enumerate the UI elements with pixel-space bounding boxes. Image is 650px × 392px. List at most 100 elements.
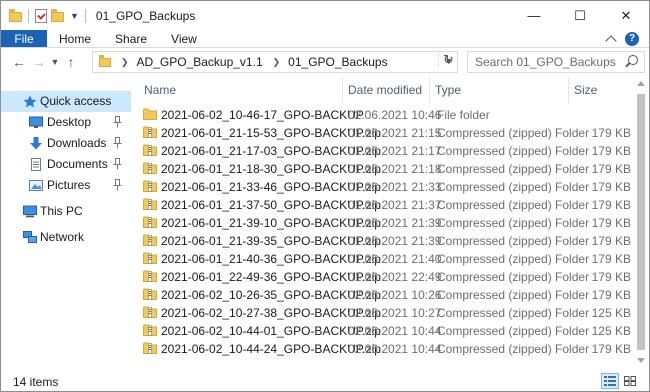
new-folder-icon[interactable] [51,8,64,22]
customize-dropdown-icon[interactable]: ▼ [70,11,79,21]
breadcrumb-gpo-backups[interactable]: 01_GPO_Backups [288,55,387,69]
table-row[interactable]: 2021-06-02_10-26-35_GPO-BACKUP.zip 02.06.… [137,285,633,303]
file-date-modified: 01.06.2021 21:17 [348,144,442,158]
zip-folder-icon [143,288,157,300]
scroll-up-icon[interactable] [637,81,645,86]
file-size: 179 KB [591,270,631,284]
file-date-modified: 01.06.2021 21:39 [348,216,442,230]
address-bar[interactable]: ❯ AD_GPO_Backup_v1.1 ❯ 01_GPO_Backups ▼ [92,51,458,73]
table-row[interactable]: 2021-06-01_21-40-36_GPO-BACKUP.zip 01.06.… [137,249,633,267]
file-type: File folder [437,108,490,122]
zip-folder-icon [143,342,157,354]
tab-share[interactable]: Share [103,30,159,47]
column-divider[interactable] [568,78,569,104]
help-icon[interactable]: ? [625,31,639,46]
folder-icon [9,8,22,22]
sidebar-item-network[interactable]: Network [1,227,131,248]
maximize-button[interactable]: ☐ [557,1,603,30]
search-input[interactable] [475,55,623,69]
pin-icon[interactable] [113,158,122,170]
pin-icon[interactable] [113,137,122,149]
pin-icon[interactable] [113,179,122,191]
table-row[interactable]: 2021-06-02_10-44-01_GPO-BACKUP.zip 02.06.… [137,321,633,339]
zip-folder-icon [143,180,157,192]
title-bar: ▼ 01_GPO_Backups — ☐ ✕ [1,1,649,30]
view-toggle [601,373,639,389]
column-header-name[interactable]: Name [144,83,176,97]
table-row[interactable]: 2021-06-01_21-17-03_GPO-BACKUP.zip 01.06.… [137,141,633,159]
sidebar-item-label: Network [40,230,85,244]
sidebar-item-label: Quick access [40,94,112,108]
minimize-button[interactable]: — [511,1,557,30]
large-icons-view-button[interactable] [621,373,639,389]
recent-locations-icon[interactable]: ▼ [49,51,61,73]
table-row[interactable]: 2021-06-01_21-18-30_GPO-BACKUP.zip 01.06.… [137,159,633,177]
file-size: 179 KB [591,198,631,212]
file-size: 179 KB [591,180,631,194]
tab-view[interactable]: View [159,30,209,47]
column-header-type[interactable]: Type [435,83,461,97]
file-size: 179 KB [591,234,631,248]
refresh-button[interactable]: ↻ [438,52,458,68]
window-controls: — ☐ ✕ [511,1,649,30]
divider [28,8,29,23]
file-size: 125 KB [591,306,631,320]
zip-folder-icon [143,144,157,156]
zip-folder-icon [143,306,157,318]
zip-folder-icon [143,162,157,174]
table-row[interactable]: 2021-06-02_10-27-38_GPO-BACKUP.zip 02.06.… [137,303,633,321]
file-size: 179 KB [591,252,631,266]
column-header-size[interactable]: Size [574,83,597,97]
tab-home[interactable]: Home [47,30,103,47]
item-count: 14 items [13,375,59,389]
breadcrumb-ad-gpo-backup[interactable]: AD_GPO_Backup_v1.1 [137,55,263,69]
table-row[interactable]: 2021-06-01_21-39-10_GPO-BACKUP.zip 01.06.… [137,213,633,231]
table-row[interactable]: 2021-06-02_10-44-24_GPO-BACKUP.zip 02.06.… [137,339,633,357]
pin-icon[interactable] [113,116,122,128]
network-icon [23,231,37,243]
sidebar-item-label: Documents [47,157,108,171]
table-row[interactable]: 2021-06-01_21-39-35_GPO-BACKUP.zip 01.06.… [137,231,633,249]
search-box[interactable] [467,51,645,73]
properties-icon[interactable] [35,8,47,23]
sidebar-item-downloads[interactable]: Downloads [1,133,131,154]
close-button[interactable]: ✕ [603,1,649,30]
table-row[interactable]: 2021-06-01_21-37-50_GPO-BACKUP.zip 01.06.… [137,195,633,213]
large-icons-view-icon [624,376,636,386]
table-row[interactable]: 2021-06-01_22-49-36_GPO-BACKUP.zip 01.06.… [137,267,633,285]
table-row[interactable]: 2021-06-01_21-15-53_GPO-BACKUP.zip 01.06.… [137,123,633,141]
ribbon-tabs: File Home Share View ? [1,30,649,48]
documents-icon [31,158,41,171]
chevron-right-icon[interactable]: ❯ [121,57,129,68]
back-button[interactable]: ← [9,51,29,73]
sidebar-item-desktop[interactable]: Desktop [1,112,131,133]
sidebar-item-pictures[interactable]: Pictures [1,175,131,196]
forward-button[interactable]: → [29,51,49,73]
table-row[interactable]: 2021-06-02_10-46-17_GPO-BACKUP 02.06.2021… [137,105,633,123]
chevron-right-icon[interactable]: ❯ [273,57,281,68]
downloads-icon [30,137,42,150]
file-date-modified: 01.06.2021 21:40 [348,252,442,266]
sidebar-item-documents[interactable]: Documents [1,154,131,175]
column-header-date[interactable]: Date modified [348,83,422,97]
scroll-thumb[interactable] [637,94,645,350]
file-date-modified: 01.06.2021 21:33 [348,180,442,194]
scroll-down-icon[interactable] [637,358,645,363]
table-row[interactable]: 2021-06-01_21-33-46_GPO-BACKUP.zip 01.06.… [137,177,633,195]
details-view-button[interactable] [601,373,619,389]
column-divider[interactable] [342,78,343,104]
desktop-icon [29,116,43,128]
expand-ribbon-icon[interactable] [605,34,617,47]
zip-folder-icon [143,234,157,246]
file-date-modified: 01.06.2021 22:49 [348,270,442,284]
sidebar-item-label: Pictures [47,178,91,192]
sidebar-item-this-pc[interactable]: This PC [1,201,131,222]
tab-file[interactable]: File [1,30,47,47]
up-button[interactable]: ↑ [61,51,81,73]
vertical-scrollbar[interactable] [633,76,649,368]
details-view-icon [604,376,616,386]
sidebar-item-quick-access[interactable]: Quick access [1,91,131,112]
zip-folder-icon [143,126,157,138]
column-divider[interactable] [429,78,430,104]
zip-folder-icon [143,216,157,228]
